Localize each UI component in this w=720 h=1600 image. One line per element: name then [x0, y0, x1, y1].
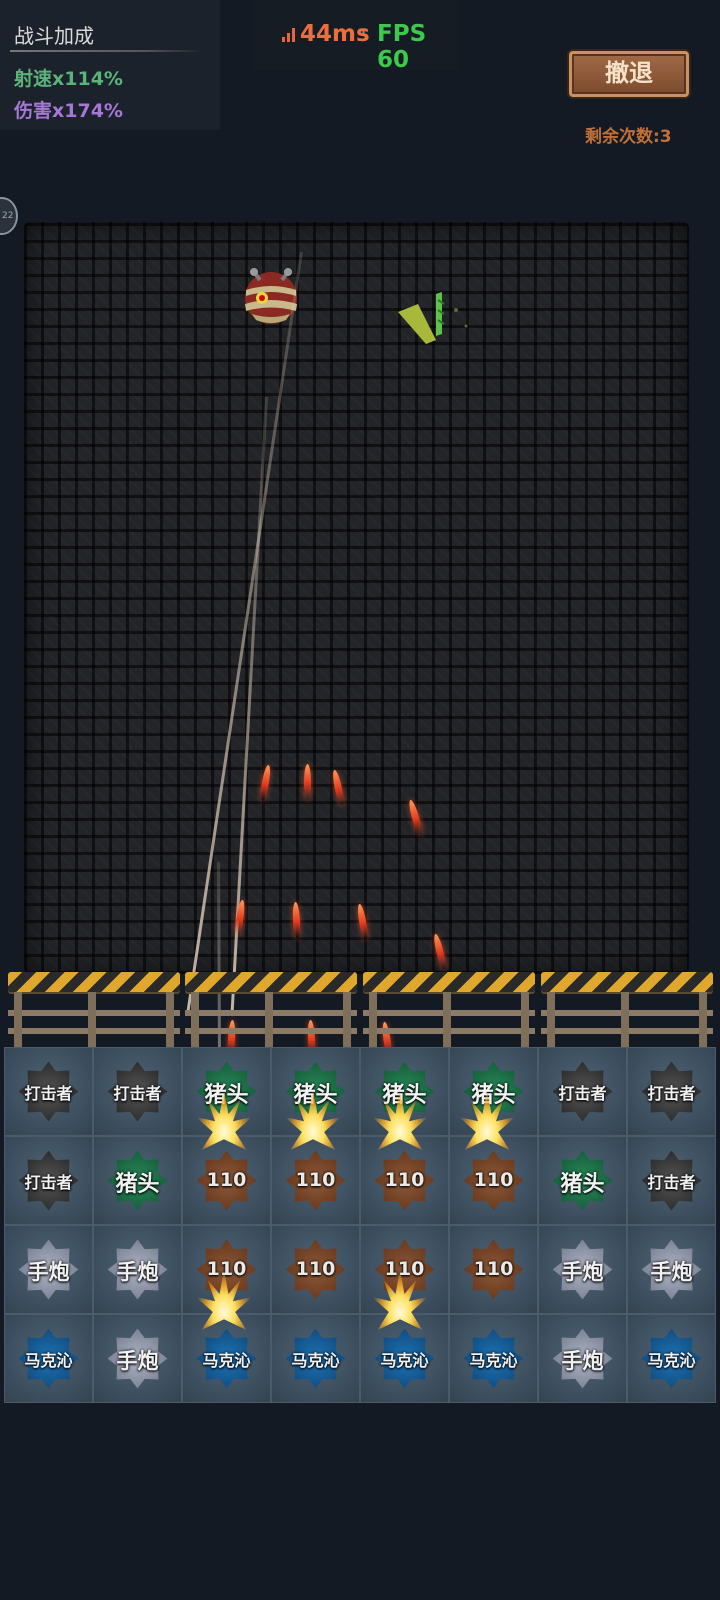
weapon-label: 打击者 [558, 1083, 607, 1103]
weapon-slot[interactable]: 马克沁 [4, 1314, 93, 1403]
weapon-label: 打击者 [24, 1172, 73, 1192]
weapon-slot[interactable]: 马克沁 [182, 1314, 271, 1403]
weapon-label: 打击者 [647, 1083, 696, 1103]
fps-readout: FPS 60 [377, 21, 427, 73]
battle-bonus-panel: 战斗加成 射速x114% 伤害x174% [0, 0, 220, 130]
weapon-slot[interactable]: 打击者 [4, 1047, 93, 1136]
weapon-slot[interactable]: 马克沁 [271, 1314, 360, 1403]
retreat-button[interactable]: 撤退 [569, 51, 689, 97]
weapon-slot[interactable]: 打击者 [538, 1047, 627, 1136]
weapon-slot[interactable]: 110 [271, 1136, 360, 1225]
weapon-slot[interactable]: 手炮 [93, 1314, 182, 1403]
weapon-slot[interactable]: 打击者 [627, 1136, 716, 1225]
weapon-slot[interactable]: 110 [449, 1225, 538, 1314]
weapon-slot[interactable]: 手炮 [538, 1314, 627, 1403]
green-insect-enemy[interactable] [396, 290, 468, 352]
weapon-label: 手炮 [116, 1348, 159, 1373]
weapon-label: 马克沁 [647, 1350, 696, 1370]
weapon-label: 马克沁 [469, 1350, 518, 1370]
weapon-label: 打击者 [113, 1083, 162, 1103]
weapon-label: 110 [295, 1257, 336, 1280]
barricade [8, 972, 180, 1052]
weapon-label: 110 [206, 1257, 247, 1280]
weapon-label: 打击者 [647, 1172, 696, 1192]
weapon-slot[interactable]: 猪头 [538, 1136, 627, 1225]
weapon-slot[interactable]: 110 [271, 1225, 360, 1314]
weapon-slot[interactable]: 手炮 [4, 1225, 93, 1314]
weapon-label: 110 [206, 1168, 247, 1191]
weapon-slot[interactable]: 110 [182, 1136, 271, 1225]
weapon-label: 手炮 [561, 1348, 604, 1373]
weapon-label: 马克沁 [380, 1350, 429, 1370]
weapon-slot[interactable]: 110 [360, 1136, 449, 1225]
damage-bonus: 伤害x174% [14, 100, 123, 122]
weapon-label: 猪头 [560, 1171, 605, 1197]
barricade [363, 972, 535, 1052]
weapon-label: 手炮 [27, 1259, 70, 1284]
weapon-label: 110 [295, 1168, 336, 1191]
weapon-label: 手炮 [650, 1259, 693, 1284]
barricade [541, 972, 713, 1052]
weapon-slot[interactable]: 马克沁 [449, 1314, 538, 1403]
weapon-label: 110 [384, 1168, 425, 1191]
weapon-label: 马克沁 [24, 1350, 73, 1370]
weapon-slot[interactable]: 手炮 [538, 1225, 627, 1314]
weapon-slot[interactable]: 手炮 [93, 1225, 182, 1314]
network-status: 44ms · FPS 60 [252, 0, 460, 73]
weapon-label: 猪头 [471, 1082, 516, 1108]
weapon-slot[interactable]: 手炮 [627, 1225, 716, 1314]
weapon-slot[interactable]: 110 [449, 1136, 538, 1225]
side-level-badge[interactable]: 22 [0, 197, 18, 235]
weapon-grid: 打击者 打击者 猪头 猪头 猪头 猪头 打击者 打击者 打击者 猪头 110 110 110 110 猪头打… [4, 1047, 716, 1403]
signal-bars-icon [282, 28, 298, 42]
weapon-label: 110 [473, 1168, 514, 1191]
separator: · [360, 21, 367, 46]
weapon-label: 马克沁 [291, 1350, 340, 1370]
weapon-label: 手炮 [561, 1259, 604, 1284]
weapon-label: 110 [473, 1257, 514, 1280]
battlefield [24, 222, 689, 974]
weapon-label: 猪头 [382, 1082, 427, 1108]
weapon-slot[interactable]: 打击者 [627, 1047, 716, 1136]
weapon-slot[interactable]: 马克沁 [360, 1314, 449, 1403]
weapon-label: 猪头 [115, 1171, 160, 1197]
weapon-slot[interactable]: 猪头 [93, 1136, 182, 1225]
weapon-label: 马克沁 [202, 1350, 251, 1370]
weapon-label: 打击者 [24, 1083, 73, 1103]
bullet [304, 764, 311, 800]
fire-rate-bonus: 射速x114% [14, 68, 123, 90]
weapon-label: 手炮 [116, 1259, 159, 1284]
remaining-count: 剩余次数:3 [585, 127, 672, 147]
weapon-label: 110 [384, 1257, 425, 1280]
weapon-slot[interactable]: 马克沁 [627, 1314, 716, 1403]
barricade [185, 972, 357, 1052]
weapon-slot[interactable]: 打击者 [93, 1047, 182, 1136]
side-badge-label: 22 [2, 211, 14, 221]
battle-bonus-title: 战斗加成 [14, 24, 94, 48]
weapon-slot[interactable]: 打击者 [4, 1136, 93, 1225]
divider [10, 50, 204, 52]
